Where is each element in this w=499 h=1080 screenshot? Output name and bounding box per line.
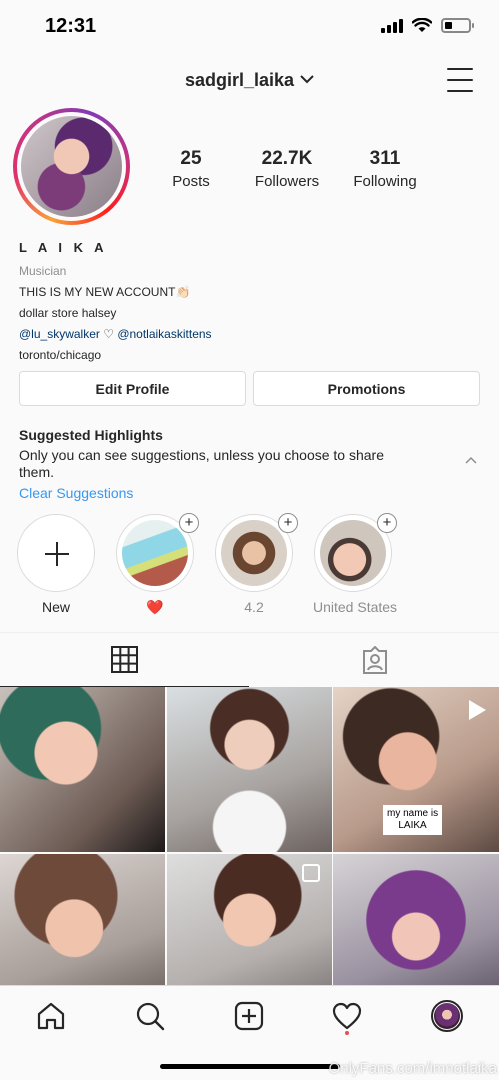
bio-location: toronto/chicago	[19, 348, 102, 362]
highlight-4-2[interactable]: + 4.2	[214, 513, 298, 615]
stat-following[interactable]: 311 Following	[342, 148, 428, 190]
suggested-description: Only you can see suggestions, unless you…	[19, 447, 384, 480]
highlight-label: New	[41, 599, 70, 615]
stat-posts[interactable]: 25 Posts	[150, 148, 232, 190]
highlight-label: ❤️	[146, 599, 164, 615]
profile-tabs	[0, 632, 499, 687]
suggested-title: Suggested Highlights	[19, 427, 163, 443]
home-icon[interactable]	[31, 996, 71, 1036]
post-thumbnail[interactable]	[0, 687, 165, 852]
status-icons	[381, 18, 474, 33]
following-label: Following	[353, 173, 417, 190]
home-indicator	[160, 1064, 340, 1069]
search-icon[interactable]	[130, 996, 170, 1036]
promotions-button[interactable]: Promotions	[253, 371, 480, 406]
highlight-heart[interactable]: + ❤️	[115, 513, 199, 616]
display-name: L A I K A	[19, 240, 108, 255]
grid-icon	[111, 646, 138, 673]
bio-mentions: @lu_skywalker ♡ @notlaikaskittens	[19, 327, 479, 341]
profile-bio: L A I K A Musician THIS IS MY NEW ACCOUN…	[19, 240, 479, 362]
profile-tab-avatar[interactable]	[427, 996, 467, 1036]
mention-link-notlaikaskittens[interactable]: @notlaikaskittens	[117, 327, 211, 341]
stat-followers[interactable]: 22.7K Followers	[232, 148, 342, 190]
profile-avatar[interactable]	[13, 108, 130, 225]
header-username: sadgirl_laika	[184, 70, 295, 90]
cellular-signal-icon	[381, 18, 403, 33]
highlight-united-states[interactable]: + United States	[313, 513, 398, 615]
notification-dot	[345, 1031, 349, 1035]
add-badge-icon: +	[179, 513, 199, 533]
edit-profile-button[interactable]: Edit Profile	[19, 371, 246, 406]
highlight-thumbnail	[221, 520, 287, 586]
carousel-icon	[301, 863, 320, 882]
tab-grid[interactable]	[0, 633, 249, 687]
chevron-down-icon	[300, 68, 314, 89]
battery-icon	[441, 18, 474, 33]
tab-tagged[interactable]	[250, 633, 499, 687]
status-time: 12:31	[45, 15, 97, 37]
profile-actions: Edit Profile Promotions	[19, 371, 480, 406]
clear-suggestions-link[interactable]: Clear Suggestions	[19, 485, 479, 501]
chevron-up-icon[interactable]	[465, 451, 477, 469]
plus-icon	[45, 542, 69, 566]
suggested-highlights: Suggested Highlights Only you can see su…	[19, 427, 479, 501]
profile-category: Musician	[19, 264, 67, 278]
menu-icon[interactable]	[447, 68, 473, 92]
highlight-label: 4.2	[244, 599, 264, 615]
activity-heart-icon[interactable]	[327, 996, 367, 1036]
posts-grid: my name is LAIKA	[0, 687, 499, 1019]
video-play-icon	[467, 699, 487, 726]
highlight-thumbnail	[122, 520, 188, 586]
profile-header: sadgirl_laika	[0, 60, 499, 100]
status-bar: 12:31	[0, 0, 499, 52]
avatar-image	[21, 116, 122, 217]
followers-count: 22.7K	[261, 148, 313, 169]
add-badge-icon: +	[377, 513, 397, 533]
post-thumbnail[interactable]	[166, 687, 332, 852]
mention-link-lu-skywalker[interactable]: @lu_skywalker	[19, 327, 100, 341]
bio-line-2: dollar store halsey	[19, 306, 117, 320]
add-badge-icon: +	[278, 513, 298, 533]
highlight-thumbnail	[320, 520, 386, 586]
account-switcher[interactable]: sadgirl_laika	[0, 68, 499, 91]
tagged-user-icon	[362, 646, 387, 674]
wifi-icon	[412, 18, 432, 32]
followers-label: Followers	[254, 173, 320, 190]
posts-label: Posts	[172, 173, 210, 190]
profile-stats: 25 Posts 22.7K Followers 311 Following	[150, 148, 430, 190]
bio-heart: ♡	[99, 327, 118, 341]
post-overlay-text: my name is LAIKA	[383, 805, 443, 835]
highlight-new[interactable]: New	[16, 514, 96, 615]
following-count: 311	[369, 148, 401, 169]
new-post-icon[interactable]	[229, 996, 269, 1036]
new-highlight-circle	[17, 514, 95, 592]
post-thumbnail[interactable]: my name is LAIKA	[333, 687, 499, 852]
bio-line-1: THIS IS MY NEW ACCOUNT👏🏻	[19, 285, 191, 299]
watermark-text: OnlyFans.com/imnotlaika	[328, 1060, 497, 1077]
posts-count: 25	[180, 148, 202, 169]
highlight-label: United States	[313, 599, 398, 615]
